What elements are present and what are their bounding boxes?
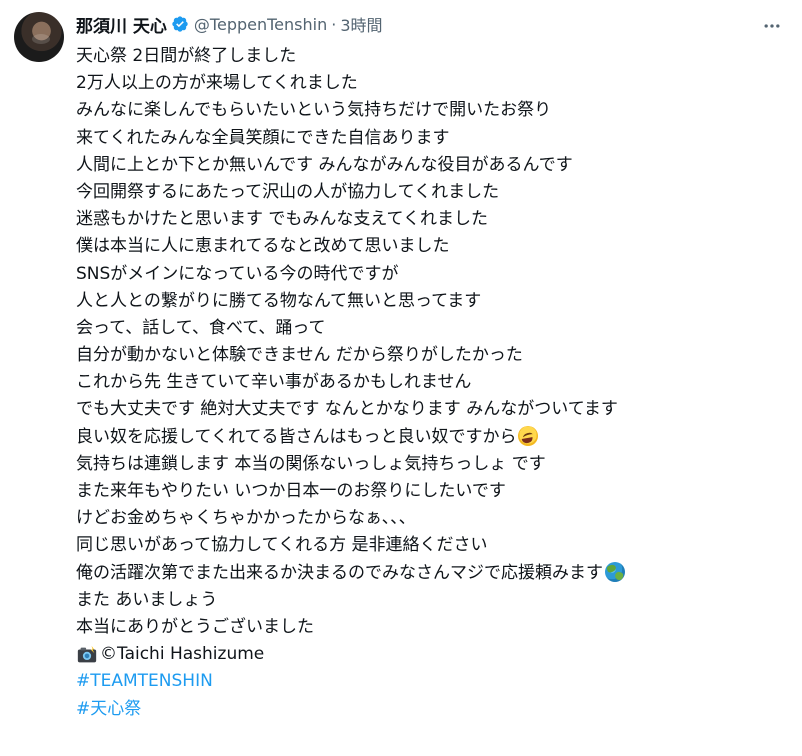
tweet-line: これから先 生きていて辛い事があるかもしれません (76, 372, 472, 393)
tweet-line: 人と人との繋がりに勝てる物なんて無いと思ってます (76, 290, 482, 311)
tweet-line: 今回開祭するにあたって沢山の人が協力してくれました (76, 181, 500, 202)
tweet-line: また あいましょう (76, 589, 218, 610)
camera-with-flash-icon (77, 645, 97, 663)
tweet-line: また来年もやりたい いつか日本一のお祭りにしたいです (76, 481, 506, 501)
tweet-line: けどお金めちゃくちゃかかったからなぁ、、、 (76, 508, 416, 529)
tweet-line: 僕は本当に人に恵まれてるなと改めて思いました (76, 236, 450, 257)
tweet-line: 人間に上とか下とか無いんです みんながみんな役目があるんです (76, 154, 573, 175)
hashtag-link[interactable]: #TEAMTENSHIN (76, 668, 213, 695)
tweet-line: 本当にありがとうございました (76, 616, 314, 637)
tweet-line: 迷惑もかけたと思います でもみんな支えてくれました (76, 209, 489, 230)
photo-credit: ©Taichi Hashizume (76, 641, 786, 668)
tweet-line: でも大丈夫です 絶対大丈夫です なんとかなります みんながついてます (76, 399, 618, 420)
tweet-line: 同じ思いがあって協力してくれる方 是非連絡ください (76, 535, 488, 556)
more-options-icon (764, 24, 780, 28)
tweet-text: 天心祭 2日間が終了しました 2万人以上の方が来場してくれました みんなに楽しん… (76, 43, 786, 723)
tweet-header: 那須川 天心 @TeppenTenshin · 3時間 (76, 10, 383, 38)
hashtag-line: #TEAMTENSHIN (76, 668, 786, 695)
separator-dot: · (331, 14, 337, 34)
avatar-shine (32, 34, 50, 44)
tweet-line: 会って、話して、食べて、踊って (76, 317, 326, 338)
hashtag-line: #天心祭 (76, 696, 786, 723)
tweet-line: みんなに楽しんでもらいたいという気持ちだけで開いたお祭り (76, 100, 552, 121)
tweet-line: SNSがメインになっている今の時代ですが (76, 263, 399, 284)
tweet-line: 天心祭 2日間が終了しました (76, 46, 297, 66)
verified-badge-icon (172, 16, 188, 32)
handle[interactable]: @TeppenTenshin (194, 15, 327, 34)
timestamp[interactable]: 3時間 (340, 12, 382, 36)
tweet: 那須川 天心 @TeppenTenshin · 3時間 天心祭 2日間が終了しま… (0, 0, 802, 756)
tweet-line: 来てくれたみんな全員笑顔にできた自信あります (76, 127, 450, 148)
tweet-line: 俺の活躍次第でまた出来るか決まるのでみなさんマジで応援頼みます (76, 560, 786, 587)
more-options-button[interactable] (758, 12, 786, 40)
display-name[interactable]: 那須川 天心 (76, 12, 167, 37)
tweet-line: 気持ちは連鎖します 本当の関係ないっしょ気持ちっしょ です (76, 453, 546, 474)
tweet-line: 良い奴を応援してくれてる皆さんはもっと良い奴ですから (76, 424, 786, 451)
tweet-line: 自分が動かないと体験できません だから祭りがしたかった (76, 345, 523, 366)
hashtag-link[interactable]: #天心祭 (76, 696, 141, 723)
globe-icon (605, 562, 625, 583)
avatar[interactable] (14, 12, 64, 62)
globe-land (613, 571, 625, 582)
tweet-line: 2万人以上の方が来場してくれました (76, 73, 358, 94)
rolling-on-floor-laughing-icon (518, 426, 539, 447)
